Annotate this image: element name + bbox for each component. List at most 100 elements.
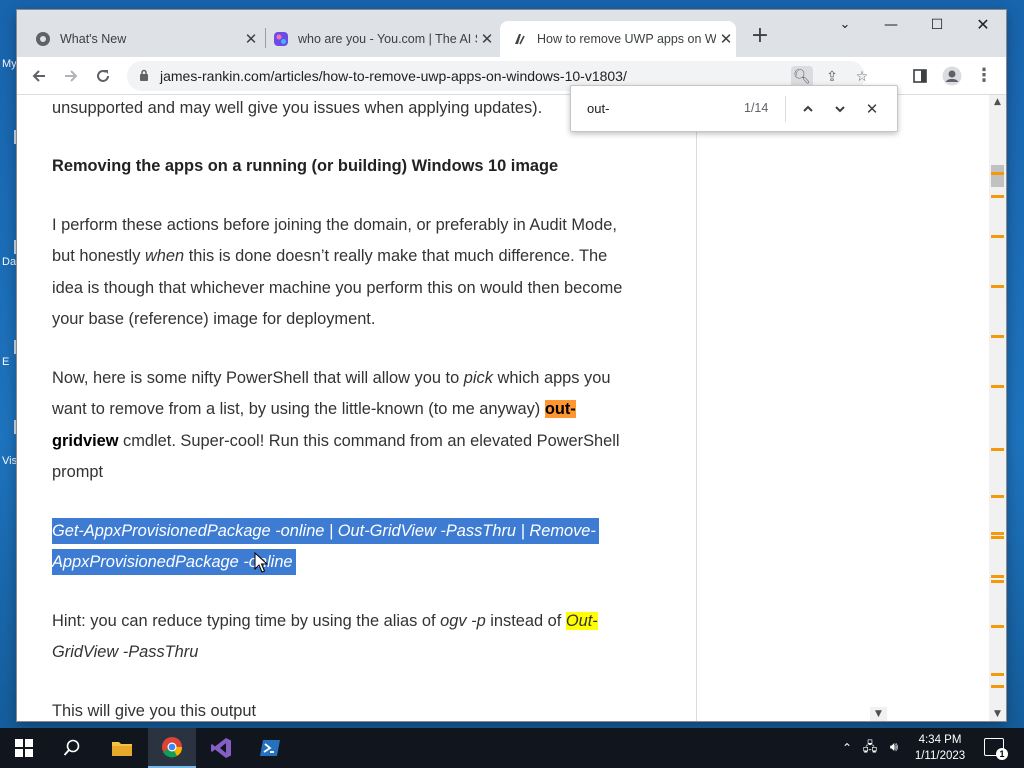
back-arrow-icon [32, 70, 45, 82]
desktop-icon-label[interactable]: E [2, 356, 9, 368]
close-window-button[interactable]: ✕ [960, 10, 1006, 40]
text: Hint: you can reduce typing time by usin… [52, 612, 441, 630]
search-button[interactable] [48, 728, 96, 768]
find-match-count: 1/14 [744, 101, 769, 115]
folder-icon [112, 742, 132, 756]
tab-title: How to remove UWP apps on W [537, 32, 716, 46]
tab-divider [265, 28, 266, 48]
paragraph-line: your base (reference) image for deployme… [52, 310, 376, 328]
paragraph-line: Now, here is some nifty PowerShell that … [52, 369, 610, 388]
sidebar-divider [696, 95, 697, 721]
lock-icon[interactable] [139, 69, 149, 82]
side-panel-icon[interactable] [906, 62, 934, 90]
find-match-marker [991, 195, 1004, 198]
reload-icon [97, 70, 109, 82]
text: want to remove from a list, by using the… [52, 400, 545, 418]
taskbar-file-explorer[interactable] [98, 728, 146, 768]
volume-icon[interactable]: 🔊︎ [884, 728, 904, 768]
find-match-marker [991, 575, 1004, 578]
taskbar-visual-studio[interactable] [197, 728, 245, 768]
url-text[interactable]: james-rankin.com/articles/how-to-remove-… [160, 68, 627, 84]
system-clock[interactable]: 4:34 PM 1/11/2023 [905, 732, 975, 764]
maximize-button[interactable]: ☐ [914, 10, 960, 40]
scroll-down-arrow-icon[interactable]: ▼ [989, 707, 1006, 721]
find-match-marker [991, 685, 1004, 688]
text: cmdlet. Super-cool! Run this command fro… [118, 432, 620, 450]
tab-close-icon[interactable]: ✕ [477, 30, 497, 48]
emphasis-text: pick [463, 369, 493, 387]
bold-text: gridview [52, 432, 119, 450]
find-match-marker [991, 536, 1004, 539]
chevron-up-icon [803, 105, 813, 112]
find-close-button[interactable]: ✕ [860, 97, 884, 121]
page-content: unsupported and may well give you issues… [17, 95, 989, 721]
paragraph-line: GridView -PassThru [52, 643, 199, 661]
show-hidden-icons-chevron-icon[interactable]: ⌃ [838, 728, 856, 768]
tab-youcom[interactable]: who are you - You.com | The AI S ✕ [269, 21, 497, 57]
profile-avatar-icon[interactable] [938, 62, 966, 90]
paragraph-line: want to remove from a list, by using the… [52, 400, 576, 419]
paragraph-line: This will give you this output [52, 702, 257, 720]
find-previous-button[interactable] [796, 97, 820, 121]
browser-window: What's New ✕ who are you - You.com | The… [17, 10, 1006, 721]
forward-button[interactable] [57, 62, 85, 90]
scroll-up-arrow-icon[interactable]: ▲ [989, 95, 1006, 109]
chevron-down-icon [835, 106, 845, 113]
scroll-down-arrow-icon[interactable]: ▼ [870, 707, 887, 721]
emphasis-text: when [144, 247, 185, 265]
emphasis-text: ogv -p [440, 612, 486, 630]
find-match-marker [991, 335, 1004, 338]
find-match-marker [991, 235, 1004, 238]
find-match-marker [991, 673, 1004, 676]
desktop-icon-label[interactable]: Da [2, 256, 16, 268]
find-input[interactable]: out- [587, 101, 609, 116]
tab-whats-new[interactable]: What's New ✕ [31, 21, 261, 57]
find-next-button[interactable] [828, 97, 852, 121]
network-icon[interactable]: 🖧︎ [860, 728, 880, 768]
menu-kebab-icon[interactable]: ⋮ [970, 62, 998, 90]
find-match-marker [991, 532, 1004, 535]
tab-uwp-article[interactable]: How to remove UWP apps on W ✕ [500, 21, 736, 57]
text: but honestly [52, 247, 145, 265]
paragraph-line: I perform these actions before joining t… [52, 216, 617, 234]
action-center-icon[interactable]: 1 [984, 738, 1008, 760]
clock-date: 1/11/2023 [914, 750, 966, 762]
paragraph-line: idea is though that whichever machine yo… [52, 279, 623, 297]
text: Now, here is some nifty PowerShell that … [52, 369, 464, 387]
find-match-marker [991, 580, 1004, 583]
minimize-button[interactable]: — [868, 10, 914, 40]
tab-strip: What's New ✕ who are you - You.com | The… [17, 10, 1006, 57]
code-line[interactable]: Get-AppxProvisionedPackage -online | Out… [52, 518, 599, 544]
find-match-marker [991, 385, 1004, 388]
paragraph-line: but honestly when this is done doesn’t r… [52, 247, 607, 266]
mouse-cursor-icon [254, 552, 268, 573]
vertical-scrollbar[interactable]: ▲ ▼ [989, 95, 1006, 721]
search-icon [63, 739, 80, 756]
tab-close-icon[interactable]: ✕ [241, 30, 261, 48]
section-heading: Removing the apps on a running (or build… [52, 157, 559, 175]
paragraph-line: Hint: you can reduce typing time by usin… [52, 612, 598, 631]
find-match-marker [991, 625, 1004, 628]
clock-time: 4:34 PM [918, 734, 962, 746]
find-divider [785, 96, 786, 122]
text: which apps you [492, 369, 611, 387]
text: this is done doesn’t really make that mu… [184, 247, 608, 265]
tab-close-icon[interactable]: ✕ [716, 30, 736, 48]
back-button[interactable] [25, 62, 53, 90]
new-tab-button[interactable]: + [746, 23, 774, 51]
paragraph-line: prompt [52, 463, 104, 481]
powershell-icon [260, 740, 280, 756]
tab-search-chevron-icon[interactable]: ⌄ [822, 10, 868, 40]
start-button[interactable] [0, 728, 48, 768]
paragraph-line: unsupported and may well give you issues… [52, 99, 543, 117]
selected-code-text[interactable]: Get-AppxProvisionedPackage -online | Out… [52, 518, 599, 544]
find-match-marker [991, 448, 1004, 451]
tab-title: What's New [60, 32, 127, 46]
reload-button[interactable] [89, 62, 117, 90]
taskbar-powershell[interactable] [246, 728, 294, 768]
desktop-icon-label[interactable]: My [2, 58, 17, 70]
scrollbar-thumb[interactable] [991, 165, 1004, 187]
taskbar: ⌃ 🖧︎ 🔊︎ 4:34 PM 1/11/2023 1 [0, 728, 1024, 768]
desktop-icon-label[interactable]: Vis [2, 455, 17, 467]
taskbar-chrome[interactable] [148, 728, 196, 768]
